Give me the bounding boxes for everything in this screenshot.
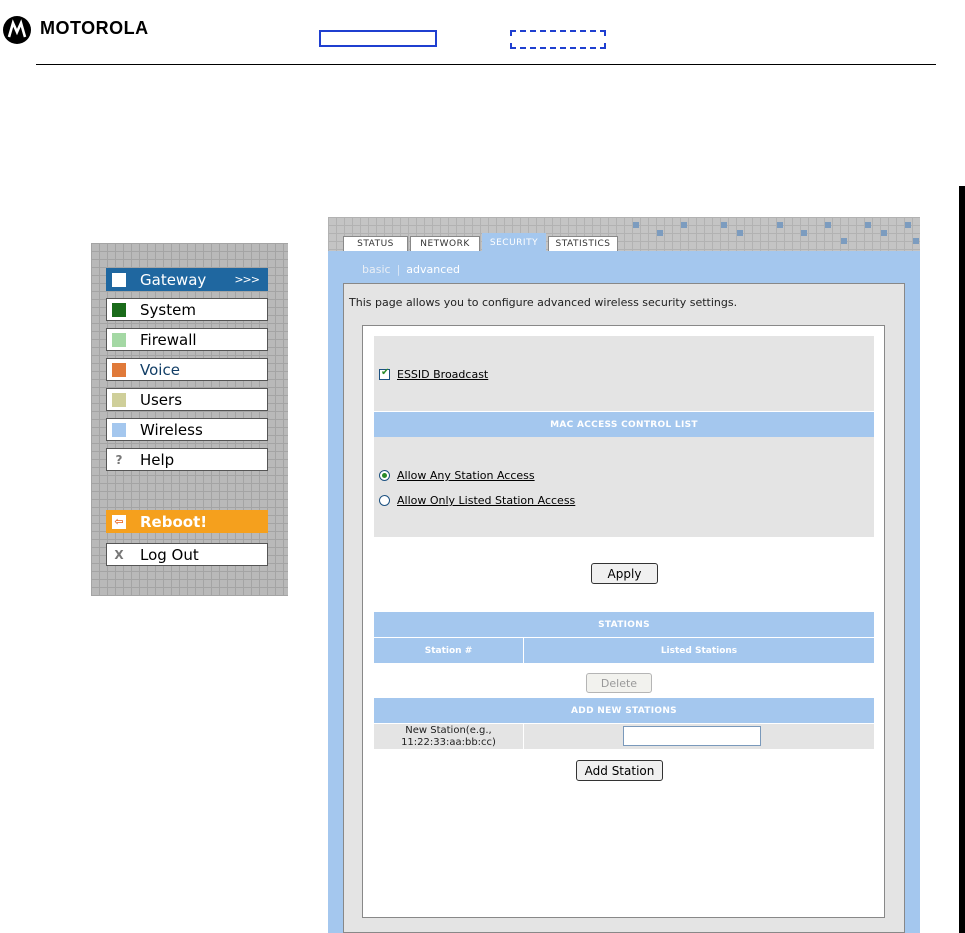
users-swatch-icon xyxy=(112,392,126,407)
essid-section: ✔ ESSID Broadcast xyxy=(374,336,874,411)
nav-item-label: Wireless xyxy=(140,420,203,439)
allow-any-label[interactable]: Allow Any Station Access xyxy=(397,469,535,482)
motorola-logo-icon xyxy=(3,16,31,44)
nav-item-label: Gateway xyxy=(140,270,207,289)
right-edge-bar xyxy=(959,186,965,933)
allow-listed-label[interactable]: Allow Only Listed Station Access xyxy=(397,494,575,507)
radio-selected-dot xyxy=(382,473,387,478)
new-station-label-line1: New Station(e.g., xyxy=(405,725,492,736)
side-nav: Gateway >>> System Firewall Voice Users … xyxy=(91,243,288,596)
essid-broadcast-checkbox[interactable]: ✔ xyxy=(379,367,390,380)
nav-item-help[interactable]: ? Help xyxy=(106,448,268,471)
voice-swatch-icon xyxy=(112,362,126,377)
nav-item-label: Voice xyxy=(140,360,180,379)
mac-acl-header: MAC ACCESS CONTROL LIST xyxy=(374,412,874,437)
listed-stations-column-header: Listed Stations xyxy=(524,638,874,663)
decor-square xyxy=(737,230,743,236)
station-number-column-header: Station # xyxy=(374,638,523,663)
decor-square xyxy=(865,222,871,228)
new-station-label-cell: New Station(e.g., 11:22:33:aa:bb:cc) xyxy=(374,724,523,749)
nav-item-label: Reboot! xyxy=(140,512,208,531)
firewall-swatch-icon xyxy=(112,332,126,347)
tab-status[interactable]: STATUS xyxy=(343,236,408,251)
mac-acl-section: Allow Any Station Access Allow Only List… xyxy=(374,437,874,537)
question-mark-icon: ? xyxy=(115,452,123,467)
apply-button[interactable]: Apply xyxy=(591,563,658,584)
essid-broadcast-label[interactable]: ESSID Broadcast xyxy=(397,368,488,381)
content-area: This page allows you to configure advanc… xyxy=(343,283,905,933)
nav-item-voice[interactable]: Voice xyxy=(106,358,268,381)
nav-item-reboot[interactable]: ⇦ Reboot! xyxy=(106,510,268,533)
tab-statistics[interactable]: STATISTICS xyxy=(548,236,618,251)
nav-item-label: Help xyxy=(140,450,175,469)
decor-square xyxy=(633,222,639,228)
decor-square xyxy=(881,230,887,236)
header-divider xyxy=(36,64,936,65)
stations-header: STATIONS xyxy=(374,612,874,637)
gateway-swatch-icon xyxy=(112,272,126,287)
decor-square xyxy=(657,230,663,236)
decor-square xyxy=(721,222,727,228)
decor-square xyxy=(905,222,911,228)
decor-square xyxy=(777,222,783,228)
tab-bar: STATUS NETWORK SECURITY STATISTICS xyxy=(328,217,920,251)
close-x-icon: X xyxy=(114,547,124,562)
header-dashed-box[interactable] xyxy=(510,30,606,49)
decor-square xyxy=(681,222,687,228)
system-swatch-icon xyxy=(112,302,126,317)
nav-item-users[interactable]: Users xyxy=(106,388,268,411)
decor-square xyxy=(801,230,807,236)
nav-item-firewall[interactable]: Firewall xyxy=(106,328,268,351)
tab-network[interactable]: NETWORK xyxy=(410,236,480,251)
sub-nav: basic | advanced xyxy=(362,263,460,276)
main-panel: STATUS NETWORK SECURITY STATISTICS basic… xyxy=(328,217,920,933)
chevrons-right-icon: >>> xyxy=(234,273,260,286)
page-intro-text: This page allows you to configure advanc… xyxy=(349,296,738,309)
checkmark-icon: ✔ xyxy=(381,367,390,378)
nav-item-wireless[interactable]: Wireless xyxy=(106,418,268,441)
allow-listed-radio[interactable] xyxy=(379,495,390,506)
delete-button[interactable]: Delete xyxy=(586,673,652,693)
header-link-box[interactable] xyxy=(319,30,437,47)
add-new-stations-header: ADD NEW STATIONS xyxy=(374,698,874,723)
new-station-label: New Station(e.g., 11:22:33:aa:bb:cc) xyxy=(374,725,523,749)
new-station-input-cell xyxy=(524,724,874,749)
new-station-input[interactable] xyxy=(623,726,761,746)
subnav-basic-link[interactable]: basic xyxy=(362,263,391,276)
settings-form: ✔ ESSID Broadcast MAC ACCESS CONTROL LIS… xyxy=(362,325,885,918)
nav-item-label: System xyxy=(140,300,196,319)
subnav-separator: | xyxy=(396,263,401,276)
nav-item-label: Users xyxy=(140,390,183,409)
nav-item-logout[interactable]: X Log Out xyxy=(106,543,268,566)
allow-any-radio[interactable] xyxy=(379,470,390,481)
nav-item-system[interactable]: System xyxy=(106,298,268,321)
tab-security[interactable]: SECURITY xyxy=(482,233,546,251)
decor-square xyxy=(913,238,919,244)
arrow-left-icon: ⇦ xyxy=(112,514,126,529)
nav-item-label: Firewall xyxy=(140,330,197,349)
add-station-button[interactable]: Add Station xyxy=(576,760,663,781)
decor-square xyxy=(825,222,831,228)
wireless-swatch-icon xyxy=(112,422,126,437)
decor-square xyxy=(841,238,847,244)
brand-name: MOTOROLA xyxy=(40,18,149,38)
nav-item-gateway[interactable]: Gateway >>> xyxy=(106,268,268,291)
nav-item-label: Log Out xyxy=(140,545,199,564)
subnav-advanced-link[interactable]: advanced xyxy=(406,263,460,276)
new-station-label-line2: 11:22:33:aa:bb:cc) xyxy=(401,737,496,748)
